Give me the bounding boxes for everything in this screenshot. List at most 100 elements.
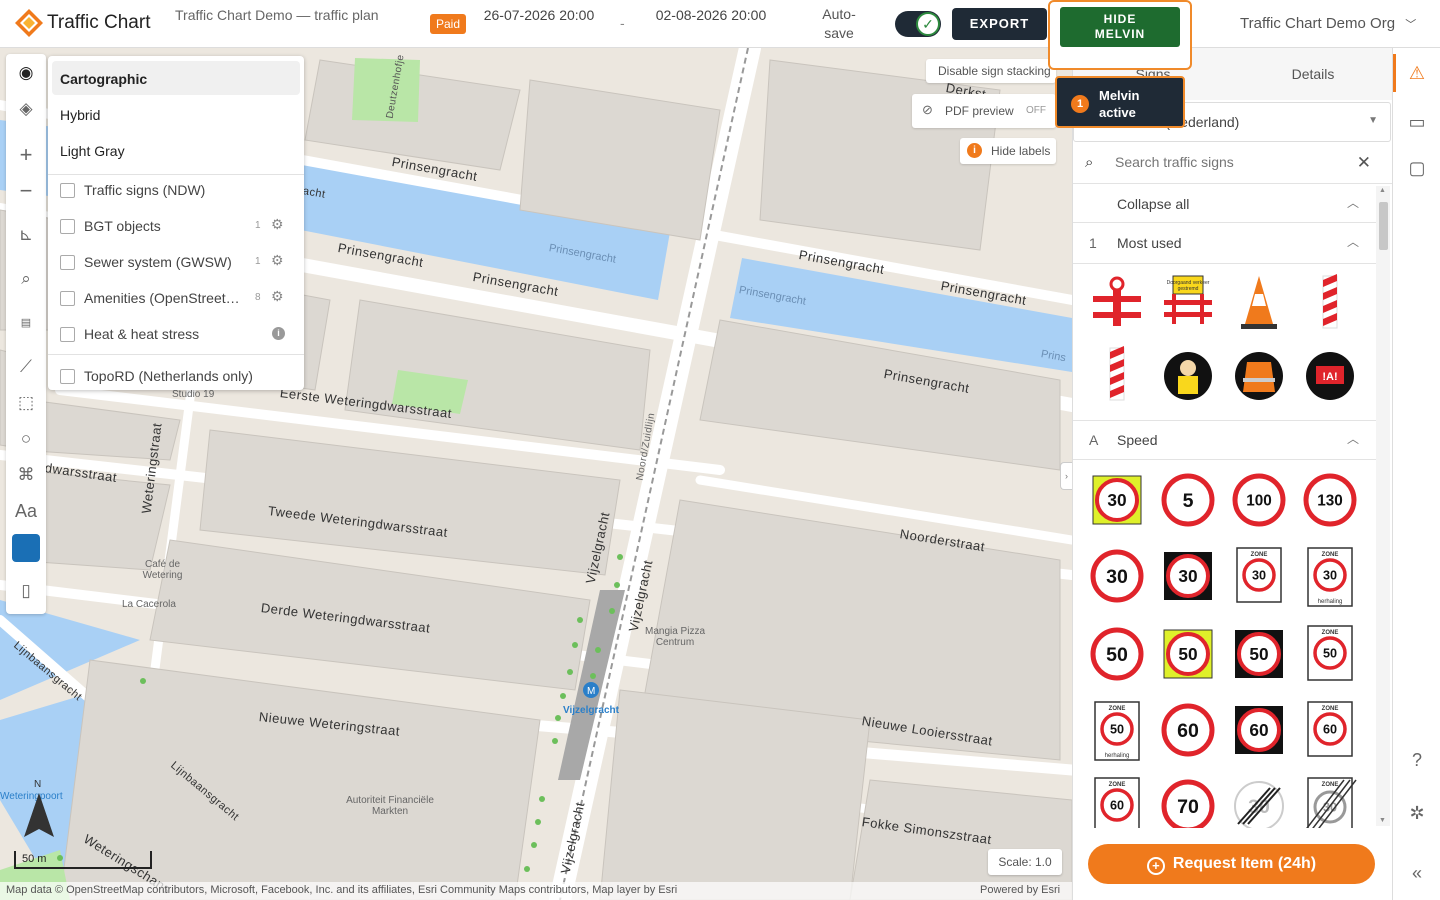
basemap-hybrid[interactable]: Hybrid <box>52 97 300 131</box>
road-closed-board-sign[interactable]: Doorgaand verkeer gestremd <box>1158 272 1218 336</box>
speed-sign-a1-130[interactable]: 130 <box>1300 468 1360 532</box>
speed-sign-a1-black-30[interactable]: 30 <box>1158 544 1218 608</box>
red-white-post-sign[interactable] <box>1087 344 1147 408</box>
svg-text:50: 50 <box>1178 644 1197 664</box>
layer-item[interactable]: BGT objects 1 ⚙ <box>60 216 296 238</box>
hide-melvin-button[interactable]: HIDE MELVIN <box>1060 7 1180 47</box>
speed-sign-end-30[interactable]: 30 <box>1229 774 1289 828</box>
poi-label: Vijzelgracht <box>563 705 619 716</box>
document-edit-icon[interactable]: ▯ <box>11 576 41 606</box>
gear-icon[interactable]: ⚙ <box>271 288 284 305</box>
scale-indicator[interactable]: Scale: 1.0 <box>988 849 1062 875</box>
document-title[interactable]: Traffic Chart Demo — traffic plan <box>175 7 395 23</box>
scroll-up-icon[interactable]: ▲ <box>1379 187 1386 194</box>
layer-item[interactable]: Traffic signs (NDW) <box>60 180 296 202</box>
pdf-preview-toggle[interactable]: ⊘ PDF preview OFF <box>912 94 1056 128</box>
speed-sign-a1-60[interactable]: 60 <box>1158 698 1218 762</box>
speed-sign-zone-end-30[interactable]: ZONE 30 <box>1300 774 1360 828</box>
start-date-field[interactable]: 26-07-2026 20:00 <box>479 7 599 23</box>
safety-vest-sign[interactable] <box>1229 344 1289 408</box>
layer-checkbox[interactable] <box>60 369 75 384</box>
melvin-count: 1 <box>1071 95 1089 113</box>
clear-search-icon[interactable]: ✕ <box>1357 153 1371 173</box>
scroll-down-icon[interactable]: ▼ <box>1379 817 1386 824</box>
draw-rectangle-icon[interactable]: ⬚ <box>11 388 41 418</box>
warning-icon[interactable]: ⚠ <box>1405 61 1429 85</box>
help-icon[interactable]: ? <box>1405 748 1429 772</box>
svg-text:60: 60 <box>1249 720 1268 740</box>
section-speed[interactable]: A Speed ︿ <box>1073 420 1377 460</box>
speed-sign-a1-black-50[interactable]: 50 <box>1229 622 1289 686</box>
tab-details[interactable]: Details <box>1233 48 1393 100</box>
speed-sign-a1-70[interactable]: 70 <box>1158 774 1218 828</box>
disable-sign-stacking-button[interactable]: Disable sign stacking <box>926 59 1056 83</box>
draw-line-icon[interactable]: ⟋ <box>11 352 41 382</box>
speed-sign-a1-black-60[interactable]: 60 <box>1229 698 1289 762</box>
traffic-cone-sign[interactable] <box>1229 272 1289 336</box>
safety-vest-sign-icon <box>1235 352 1283 400</box>
basemap-light-gray[interactable]: Light Gray <box>52 133 300 167</box>
bug-icon[interactable]: ✲ <box>1405 801 1429 825</box>
layer-checkbox[interactable] <box>60 219 75 234</box>
comment-icon[interactable]: ▢ <box>1405 156 1429 180</box>
text-tool-icon[interactable]: Aa <box>11 496 41 526</box>
section-most-used[interactable]: 1 Most used ︿ <box>1073 224 1377 264</box>
basemap-cartographic[interactable]: Cartographic <box>52 61 300 95</box>
collapse-panel-icon[interactable]: « <box>1405 861 1429 885</box>
draw-circle-icon[interactable]: ○ <box>11 424 41 454</box>
collapse-all-row[interactable]: Collapse all ︿ <box>1073 185 1377 223</box>
speed-sign-a1-100[interactable]: 100 <box>1229 468 1289 532</box>
draw-polygon-icon[interactable]: ⌘ <box>11 460 41 490</box>
search-map-icon[interactable]: ⌕ <box>11 264 41 294</box>
speed-sign-a1-5[interactable]: 5 <box>1158 468 1218 532</box>
barrier-lamp-sign[interactable] <box>1087 272 1147 336</box>
speed-sign-a1-yellow-50[interactable]: 50 <box>1158 622 1218 686</box>
layer-checkbox[interactable] <box>60 291 75 306</box>
layer-checkbox[interactable] <box>60 183 75 198</box>
speed-sign-zone-30[interactable]: ZONE 30 herhaling <box>1300 544 1360 608</box>
speed-sign-a1-yellow-30[interactable]: 30 <box>1087 468 1147 532</box>
end-date-field[interactable]: 02-08-2026 20:00 <box>651 7 771 23</box>
autosave-label: Auto-save <box>822 6 856 41</box>
hide-labels-button[interactable]: i Hide labels <box>960 138 1056 164</box>
info-icon[interactable]: i <box>272 327 285 340</box>
layer-item[interactable]: TopoRD (Netherlands only) <box>60 366 296 388</box>
request-item-button[interactable]: + Request Item (24h) <box>1088 844 1375 884</box>
measure-icon[interactable]: ⊾ <box>11 220 41 250</box>
gpx-icon[interactable]: ▤ <box>11 308 41 338</box>
traffic-controller-sign[interactable] <box>1158 344 1218 408</box>
speed-sign-zone-50[interactable]: ZONE 50 herhaling <box>1087 698 1147 762</box>
panel-scrollbar[interactable]: ▲ ▼ <box>1376 186 1390 826</box>
gear-icon[interactable]: ⚙ <box>271 216 284 233</box>
speed-sign-zone-60[interactable]: ZONE60herhaling <box>1087 774 1147 828</box>
color-picker[interactable] <box>11 533 41 563</box>
layer-checkbox[interactable] <box>60 327 75 342</box>
layer-item[interactable]: Heat & heat stress i <box>60 324 296 346</box>
layers-icon[interactable]: ◈ <box>11 94 41 124</box>
org-selector[interactable]: Traffic Chart Demo Org ﹀ <box>1240 15 1416 32</box>
speed-sign-zone-60[interactable]: ZONE 60 <box>1300 698 1360 762</box>
speed-sign-a1-30[interactable]: 30 <box>1087 544 1147 608</box>
globe-icon[interactable]: ◉ <box>11 58 41 88</box>
folder-icon[interactable]: ▭ <box>1405 110 1429 134</box>
gear-icon[interactable]: ⚙ <box>271 252 284 269</box>
red-white-beacon-sign[interactable] <box>1300 272 1360 336</box>
warning-barrier-sign[interactable]: !A! <box>1300 344 1360 408</box>
speed-sign-a1-50[interactable]: 50 <box>1087 622 1147 686</box>
layer-item[interactable]: Amenities (OpenStreet… 8 ⚙ <box>60 288 296 310</box>
melvin-status[interactable]: 1 Melvin active <box>1055 76 1185 128</box>
zoom-out-icon[interactable]: − <box>11 176 41 206</box>
scroll-thumb[interactable] <box>1379 202 1388 250</box>
layer-checkbox[interactable] <box>60 255 75 270</box>
export-button[interactable]: EXPORT <box>952 8 1047 40</box>
speed-sign-zone-50[interactable]: ZONE 50 <box>1300 622 1360 686</box>
panel-collapse-handle[interactable]: › <box>1060 462 1072 490</box>
sign-search-input[interactable] <box>1115 154 1345 170</box>
zoom-in-icon[interactable]: + <box>11 140 41 170</box>
red-white-beacon-sign-icon <box>1322 274 1338 329</box>
layer-item[interactable]: Sewer system (GWSW) 1 ⚙ <box>60 252 296 274</box>
autosave-toggle[interactable]: ✓ <box>895 11 941 37</box>
svg-text:100: 100 <box>1246 493 1272 510</box>
speed-sign-zone-30[interactable]: ZONE 30 <box>1229 544 1289 608</box>
north-arrow-icon <box>24 793 54 837</box>
